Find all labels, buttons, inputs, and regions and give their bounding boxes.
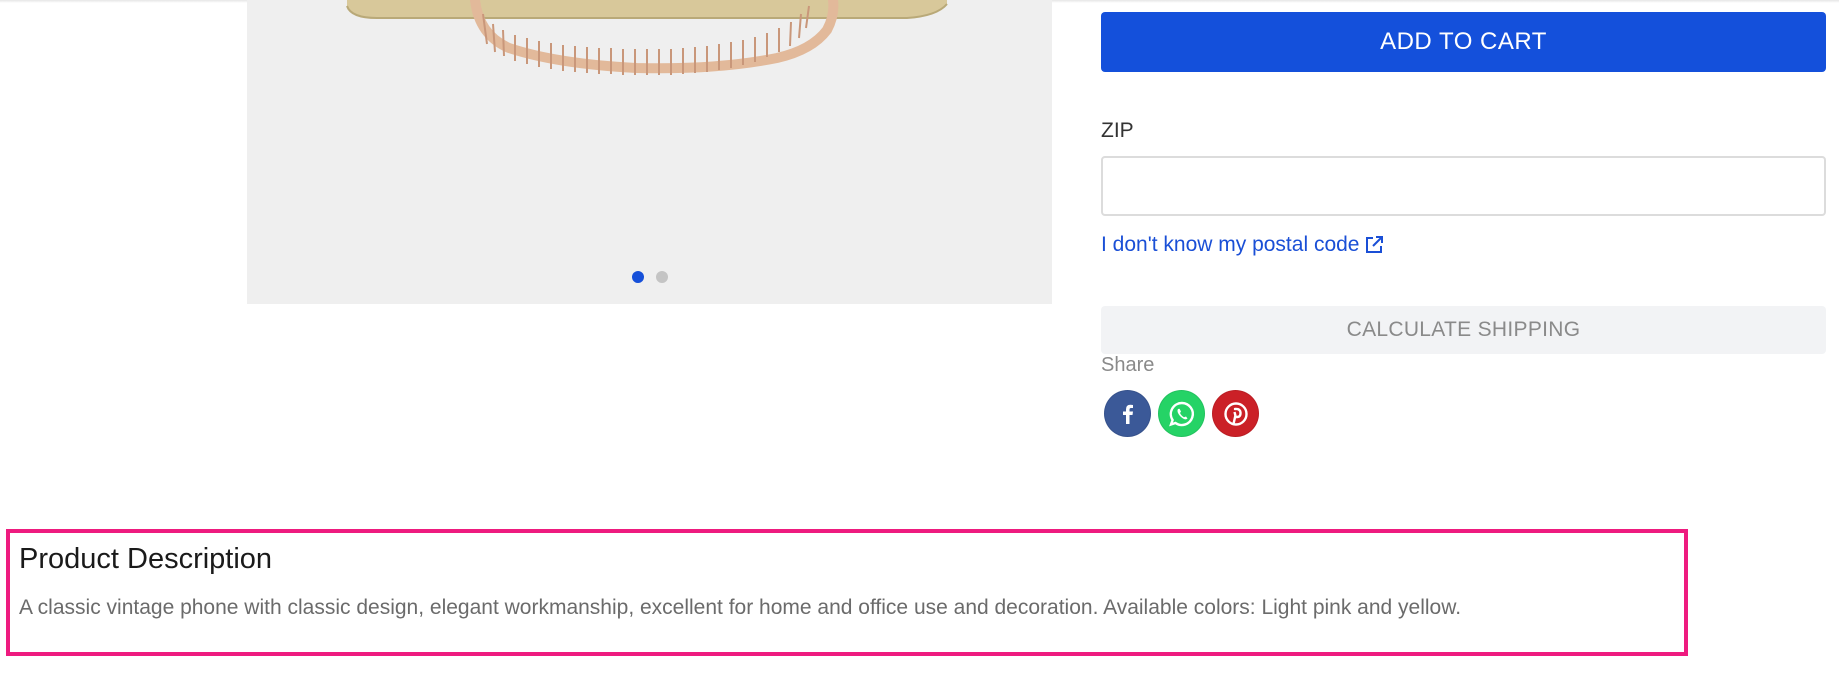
- product-image-gallery[interactable]: [247, 0, 1052, 304]
- pinterest-glyph: [1223, 401, 1248, 426]
- external-link-icon: [1366, 236, 1384, 253]
- add-to-cart-button[interactable]: ADD TO CART: [1101, 12, 1826, 72]
- share-label: Share: [1101, 354, 1155, 376]
- postal-code-help-link[interactable]: I don't know my postal code: [1101, 233, 1384, 257]
- pinterest-icon[interactable]: [1212, 390, 1259, 437]
- facebook-glyph: [1122, 404, 1133, 424]
- product-image: [346, 0, 948, 75]
- gallery-dot-1[interactable]: [631, 271, 644, 283]
- zip-input[interactable]: [1101, 156, 1826, 216]
- product-description-text: A classic vintage phone with classic des…: [19, 596, 1462, 619]
- gallery-pagination: [247, 271, 1052, 285]
- product-description-section: Product Description A classic vintage ph…: [6, 529, 1688, 656]
- share-icons: [1104, 390, 1259, 437]
- gallery-dot-2[interactable]: [655, 271, 668, 283]
- facebook-icon[interactable]: [1104, 390, 1151, 437]
- zip-label: ZIP: [1101, 119, 1134, 142]
- calculate-shipping-button[interactable]: CALCULATE SHIPPING: [1101, 306, 1826, 354]
- whatsapp-icon[interactable]: [1158, 390, 1205, 437]
- postal-code-help-text: I don't know my postal code: [1101, 233, 1360, 256]
- whatsapp-glyph: [1168, 401, 1194, 426]
- product-description-title: Product Description: [19, 543, 273, 575]
